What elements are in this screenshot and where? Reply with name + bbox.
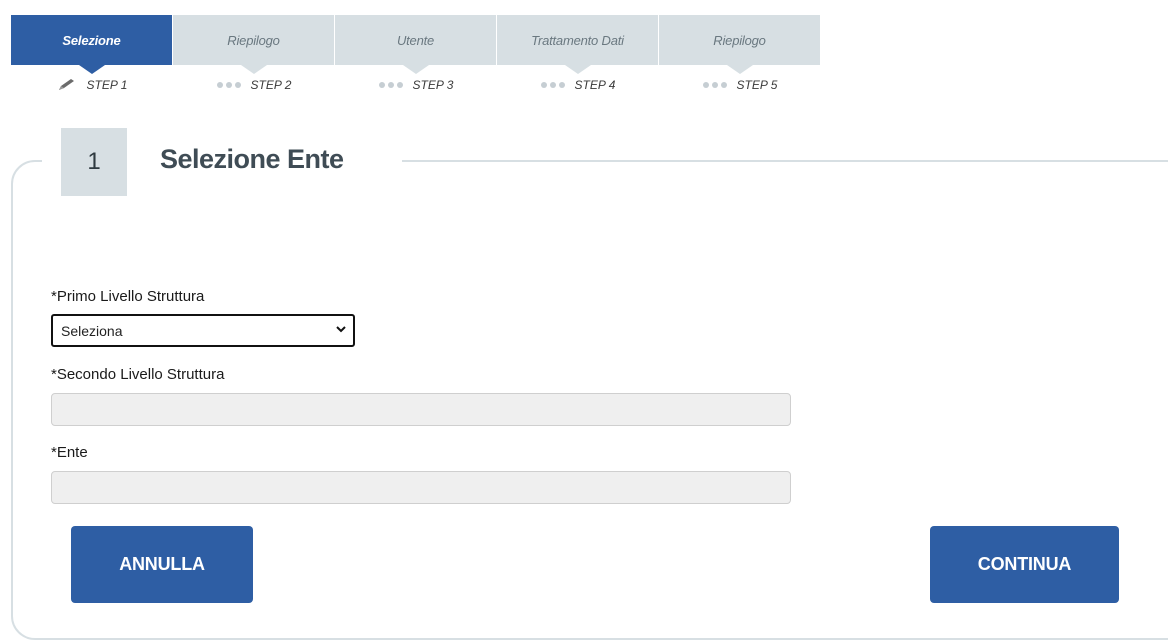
annulla-button[interactable]: ANNULLA (71, 526, 253, 603)
tab-label: Riepilogo (227, 32, 280, 48)
dots-icon (216, 82, 241, 88)
tab-notch (240, 65, 267, 74)
tab-notch (78, 65, 105, 74)
tab-label: Selezione (62, 32, 121, 48)
step-label: STEP 1 (86, 78, 128, 92)
step-3: STEP 3 (335, 73, 497, 97)
tab-label: Utente (396, 32, 435, 48)
dots-icon (702, 82, 727, 88)
tab-label: Riepilogo (713, 32, 766, 48)
step-label: STEP 4 (574, 78, 616, 92)
step-2: STEP 2 (173, 73, 335, 97)
step-indicators: STEP 1 STEP 2 STEP 3 STEP 4 STEP 5 (11, 73, 831, 97)
step-label: STEP 2 (250, 78, 292, 92)
tab-notch (402, 65, 429, 74)
primo-livello-select[interactable]: Seleziona (51, 314, 355, 347)
dots-icon (540, 82, 565, 88)
tab-label: Trattamento Dati (531, 32, 624, 48)
tab-notch (564, 65, 591, 74)
step-tabs: Selezione Riepilogo Utente Trattamento D… (11, 15, 831, 74)
ente-label: *Ente (51, 444, 88, 461)
continua-button[interactable]: CONTINUA (930, 526, 1119, 603)
tab-notch (726, 65, 753, 74)
step-5: STEP 5 (659, 73, 821, 97)
dots-icon (378, 82, 403, 88)
tab-selezione[interactable]: Selezione (11, 15, 173, 74)
wizard-stepper: Selezione Riepilogo Utente Trattamento D… (11, 15, 831, 95)
tab-riepilogo[interactable]: Riepilogo (173, 15, 335, 74)
section-title: Selezione Ente (160, 144, 344, 174)
chevron-down-icon (336, 326, 346, 333)
step-1: STEP 1 (11, 73, 173, 97)
section-number: 1 (61, 128, 127, 196)
tab-trattamento-dati[interactable]: Trattamento Dati (497, 15, 659, 74)
step-label: STEP 3 (412, 78, 454, 92)
tab-utente[interactable]: Utente (335, 15, 497, 74)
primo-livello-label: *Primo Livello Struttura (51, 288, 205, 305)
select-value: Seleziona (61, 322, 123, 339)
tab-riepilogo-final[interactable]: Riepilogo (659, 15, 821, 74)
secondo-livello-field[interactable] (51, 393, 791, 426)
secondo-livello-label: *Secondo Livello Struttura (51, 366, 225, 383)
step-label: STEP 5 (736, 78, 778, 92)
ente-field[interactable] (51, 471, 791, 504)
pencil-icon (58, 79, 74, 90)
step-4: STEP 4 (497, 73, 659, 97)
